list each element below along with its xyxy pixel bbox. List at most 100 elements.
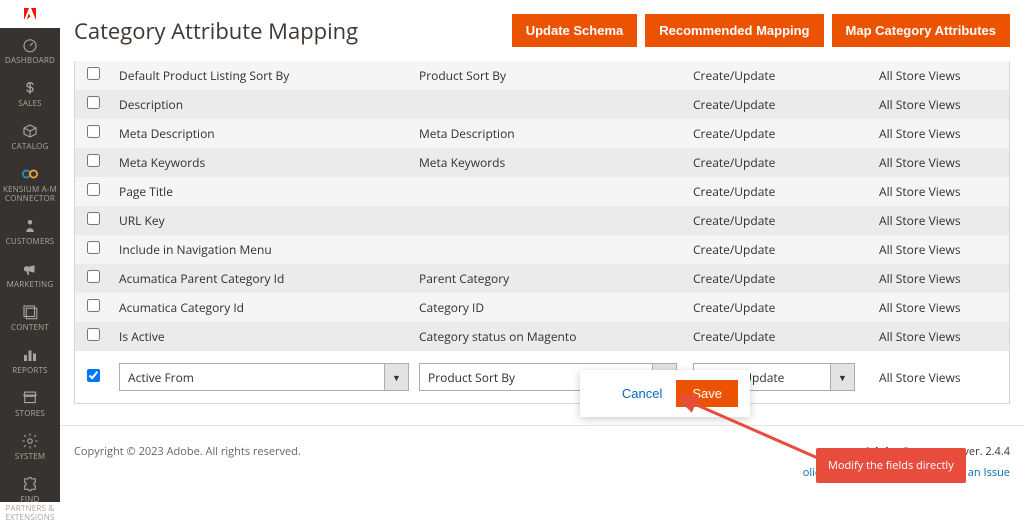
nav-label: REPORTS: [2, 366, 58, 375]
acumatica-attribute-cell: [411, 244, 685, 256]
nav-label: SYSTEM: [2, 452, 58, 461]
row-checkbox[interactable]: [87, 212, 100, 225]
mapping-grid: Default Product Listing Sort ByProduct S…: [74, 61, 1010, 404]
row-checkbox[interactable]: [87, 299, 100, 312]
table-row-editing: Active From▼Product Sort By▼Create/Updat…: [75, 351, 1009, 403]
table-row[interactable]: Acumatica Parent Category IdParent Categ…: [75, 264, 1009, 293]
store-icon: [2, 387, 58, 409]
annotation-callout: Modify the fields directly: [816, 448, 966, 483]
scope-cell: All Store Views: [871, 119, 1009, 148]
row-checkbox[interactable]: [87, 183, 100, 196]
main-content: Category Attribute Mapping Update Schema…: [60, 0, 1024, 502]
scope-cell: All Store Views: [871, 363, 1009, 392]
acumatica-attribute-cell: Category ID: [411, 293, 685, 322]
chevron-down-icon: ▼: [384, 364, 408, 390]
recommended-mapping-button[interactable]: Recommended Mapping: [645, 14, 823, 47]
nav-content[interactable]: CONTENT: [0, 295, 60, 338]
page-header: Category Attribute Mapping Update Schema…: [60, 0, 1024, 61]
row-checkbox[interactable]: [87, 96, 100, 109]
magento-attribute-cell: Page Title: [111, 177, 411, 206]
magento-attribute-cell: Meta Keywords: [111, 148, 411, 177]
magento-attribute-cell: Description: [111, 90, 411, 119]
nav-system[interactable]: SYSTEM: [0, 424, 60, 467]
nav-label: KENSIUM A-M CONNECTOR: [2, 185, 58, 203]
magento-attribute-cell: Include in Navigation Menu: [111, 235, 411, 264]
magento-attribute-cell: Meta Description: [111, 119, 411, 148]
edit-row-actions: Cancel Save: [580, 370, 750, 417]
row-checkbox[interactable]: [87, 328, 100, 341]
nav-customers[interactable]: CUSTOMERS: [0, 209, 60, 252]
admin-sidebar: DASHBOARD SALES CATALOG KENSIUM A-M CONN…: [0, 0, 60, 502]
acumatica-attribute-cell: Category status on Magento: [411, 322, 685, 351]
row-checkbox[interactable]: [87, 154, 100, 167]
cancel-button[interactable]: Cancel: [622, 386, 662, 401]
acumatica-attribute-cell: Meta Description: [411, 119, 685, 148]
scope-cell: All Store Views: [871, 322, 1009, 351]
nav-label: MARKETING: [2, 280, 58, 289]
direction-cell: Create/Update: [685, 90, 871, 119]
nav-label: CONTENT: [2, 323, 58, 332]
direction-cell: Create/Update: [685, 119, 871, 148]
row-checkbox[interactable]: [87, 270, 100, 283]
table-row[interactable]: URL Key Create/UpdateAll Store Views: [75, 206, 1009, 235]
nav-stores[interactable]: STORES: [0, 381, 60, 424]
row-checkbox[interactable]: [87, 67, 100, 80]
nav-catalog[interactable]: CATALOG: [0, 114, 60, 157]
puzzle-icon: [2, 473, 58, 495]
direction-cell: Create/Update: [685, 61, 871, 90]
acumatica-attribute-cell: [411, 215, 685, 227]
scope-cell: All Store Views: [871, 177, 1009, 206]
row-checkbox[interactable]: [87, 369, 100, 382]
nav-sales[interactable]: SALES: [0, 71, 60, 114]
nav-kensium-connector[interactable]: KENSIUM A-M CONNECTOR: [0, 157, 60, 209]
person-icon: [2, 215, 58, 237]
scope-cell: All Store Views: [871, 206, 1009, 235]
box-icon: [2, 120, 58, 142]
magento-attribute-cell: Default Product Listing Sort By: [111, 61, 411, 90]
direction-cell: Create/Update: [685, 206, 871, 235]
scope-cell: All Store Views: [871, 235, 1009, 264]
acumatica-attribute-cell: Parent Category: [411, 264, 685, 293]
save-button[interactable]: Save: [676, 380, 738, 407]
pages-icon: [2, 301, 58, 323]
table-row[interactable]: Meta DescriptionMeta DescriptionCreate/U…: [75, 119, 1009, 148]
direction-cell: Create/Update: [685, 235, 871, 264]
table-row[interactable]: Acumatica Category IdCategory IDCreate/U…: [75, 293, 1009, 322]
row-checkbox[interactable]: [87, 241, 100, 254]
adobe-logo[interactable]: [0, 0, 60, 28]
page-title: Category Attribute Mapping: [74, 16, 504, 46]
table-row[interactable]: Include in Navigation Menu Create/UpdateA…: [75, 235, 1009, 264]
bars-icon: [2, 344, 58, 366]
magento-attribute-cell: Acumatica Parent Category Id: [111, 264, 411, 293]
table-row[interactable]: Meta KeywordsMeta KeywordsCreate/UpdateA…: [75, 148, 1009, 177]
nav-label: DASHBOARD: [2, 56, 58, 65]
nav-label: CATALOG: [2, 142, 58, 151]
table-row[interactable]: Page TitleCreate/UpdateAll Store Views: [75, 177, 1009, 206]
direction-cell: Create/Update: [685, 293, 871, 322]
scope-cell: All Store Views: [871, 264, 1009, 293]
nav-marketing[interactable]: MARKETING: [0, 252, 60, 295]
acumatica-attribute-cell: Product Sort By: [411, 61, 685, 90]
map-category-attributes-button[interactable]: Map Category Attributes: [832, 14, 1010, 47]
megaphone-icon: [2, 258, 58, 280]
table-row[interactable]: Is ActiveCategory status on MagentoCreat…: [75, 322, 1009, 351]
table-row[interactable]: Default Product Listing Sort ByProduct S…: [75, 61, 1009, 90]
nav-partners[interactable]: FIND PARTNERS & EXTENSIONS: [0, 467, 60, 528]
acumatica-attribute-cell: [411, 99, 685, 111]
nav-reports[interactable]: REPORTS: [0, 338, 60, 381]
scope-cell: All Store Views: [871, 61, 1009, 90]
nav-label: CUSTOMERS: [2, 237, 58, 246]
direction-cell: Create/Update: [685, 264, 871, 293]
nav-dashboard[interactable]: DASHBOARD: [0, 28, 60, 71]
acumatica-attribute-cell: Meta Keywords: [411, 148, 685, 177]
update-schema-button[interactable]: Update Schema: [512, 14, 638, 47]
row-checkbox[interactable]: [87, 125, 100, 138]
scope-cell: All Store Views: [871, 293, 1009, 322]
magento-attribute-cell: URL Key: [111, 206, 411, 235]
link-icon: [2, 163, 58, 185]
nav-label: STORES: [2, 409, 58, 418]
direction-cell: Create/Update: [685, 148, 871, 177]
nav-label: FIND PARTNERS & EXTENSIONS: [2, 495, 58, 522]
magento-attribute-select[interactable]: Active From▼: [119, 363, 409, 391]
table-row[interactable]: DescriptionCreate/UpdateAll Store Views: [75, 90, 1009, 119]
